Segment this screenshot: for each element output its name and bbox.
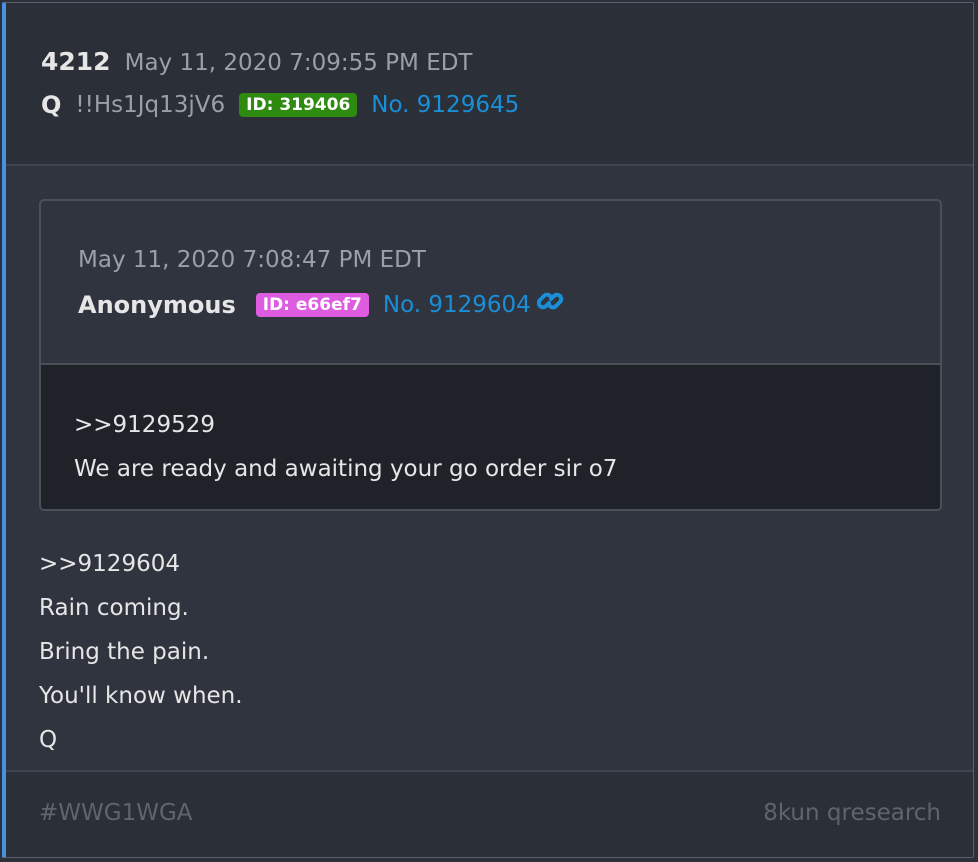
- post-body: >>9129604 Rain coming. Bring the pain. Y…: [39, 542, 243, 762]
- quoted-post: May 11, 2020 7:08:47 PM EDT Anonymous ID…: [39, 199, 942, 511]
- link-icon[interactable]: [536, 289, 565, 321]
- hashtag: #WWG1WGA: [39, 800, 193, 826]
- body-line: You'll know when.: [39, 683, 243, 709]
- post-footer: #WWG1WGA 8kun qresearch: [6, 770, 973, 857]
- quoted-date: May 11, 2020 7:08:47 PM EDT: [78, 247, 426, 273]
- author-name: Q: [41, 91, 62, 119]
- body-signature: Q: [39, 727, 58, 753]
- quoted-post-body: >>9129529 We are ready and awaiting your…: [41, 365, 940, 509]
- quoted-author-row: Anonymous ID: e66ef7 No. 9129604: [78, 289, 565, 321]
- quoted-id-badge: ID: e66ef7: [255, 293, 369, 317]
- quoted-post-header: May 11, 2020 7:08:47 PM EDT Anonymous ID…: [41, 201, 940, 365]
- body-line: Rain coming.: [39, 595, 189, 621]
- reply-ref[interactable]: >>9129604: [39, 542, 243, 586]
- post-meta-row: 4212 May 11, 2020 7:09:55 PM EDT: [41, 47, 472, 76]
- post-card: 4212 May 11, 2020 7:09:55 PM EDT Q !!Hs1…: [2, 2, 974, 858]
- post-author-row: Q !!Hs1Jq13jV6 ID: 319406 No. 9129645: [41, 91, 519, 119]
- tripcode: !!Hs1Jq13jV6: [75, 92, 226, 118]
- quoted-author: Anonymous: [78, 291, 236, 319]
- quoted-text-line: We are ready and awaiting your go order …: [74, 456, 618, 482]
- post-header: 4212 May 11, 2020 7:09:55 PM EDT Q !!Hs1…: [6, 3, 973, 166]
- post-date: May 11, 2020 7:09:55 PM EDT: [124, 50, 473, 76]
- post-number-link[interactable]: No. 9129645: [371, 92, 519, 118]
- post-number: 4212: [41, 47, 111, 76]
- body-line: Bring the pain.: [39, 639, 210, 665]
- quoted-post-link[interactable]: No. 9129604: [383, 292, 531, 318]
- id-badge: ID: 319406: [239, 93, 358, 117]
- quoted-reply-ref[interactable]: >>9129529: [74, 403, 940, 447]
- source-label: 8kun qresearch: [763, 800, 941, 826]
